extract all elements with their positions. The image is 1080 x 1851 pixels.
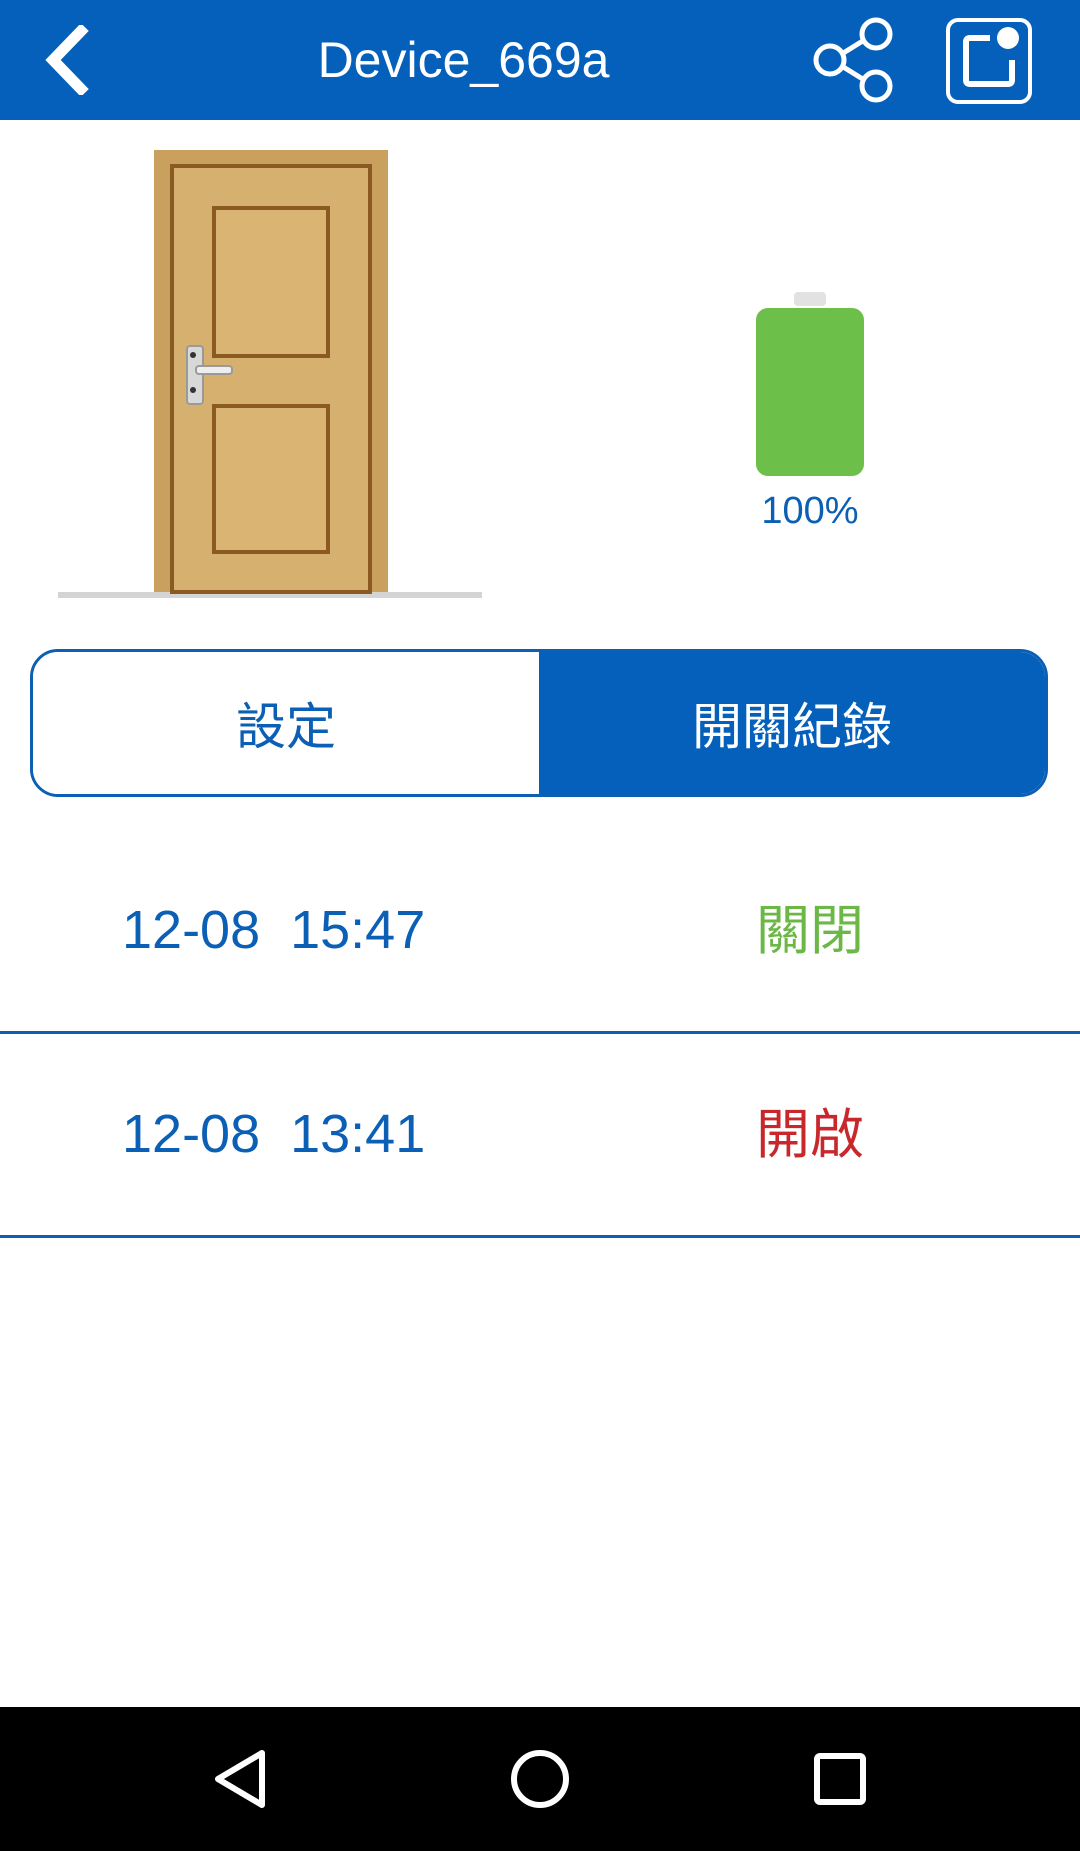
back-chevron-icon [45,25,89,95]
app-header: Device_669a [0,0,1080,120]
door-icon [58,150,482,598]
share-icon [813,17,893,103]
system-nav-bar [0,1707,1080,1851]
record-time: 12-08 15:47 [122,900,426,960]
share-button[interactable] [808,14,900,106]
battery-level-text: 100% [761,490,859,532]
record-state: 開啟 [756,1103,864,1166]
nav-recents-button[interactable] [790,1729,890,1829]
battery-icon [756,292,864,476]
nav-home-button[interactable] [490,1729,590,1829]
record-state: 關閉 [756,899,864,962]
door-image [56,146,486,604]
page-title: Device_669a [317,32,610,88]
record-list: 12-08 15:47 關閉 12-08 13:41 開啟 [0,830,1080,1238]
tab-settings[interactable]: 設定 [33,652,539,794]
edit-button[interactable] [944,16,1034,106]
app-screen: Device_669a 100% 設定 開關紀錄 12-08 15:47 關閉 … [0,0,1080,1851]
nav-home-icon [511,1750,569,1808]
nav-back-icon [215,1750,265,1808]
back-button[interactable] [28,22,104,98]
record-time: 12-08 13:41 [122,1104,426,1164]
list-item[interactable]: 12-08 13:41 開啟 [0,1034,1080,1238]
tab-switch-history[interactable]: 開關紀錄 [539,652,1045,794]
nav-back-button[interactable] [190,1729,290,1829]
battery-indicator [752,290,868,480]
list-item[interactable]: 12-08 15:47 關閉 [0,830,1080,1034]
tab-bar: 設定 開關紀錄 [30,649,1048,797]
edit-icon [946,18,1032,104]
nav-recents-icon [814,1753,866,1805]
